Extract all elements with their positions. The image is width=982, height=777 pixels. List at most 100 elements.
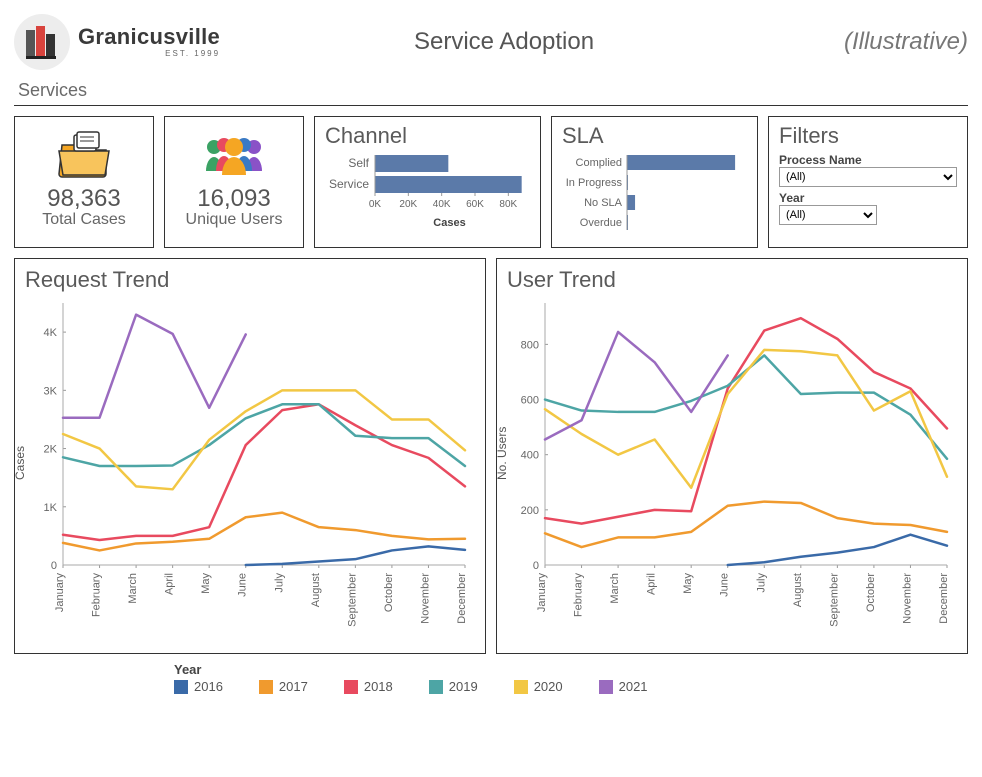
user-trend-ylabel: No. Users bbox=[495, 426, 509, 479]
svg-text:July: July bbox=[273, 573, 285, 593]
filter-year-label: Year bbox=[779, 191, 957, 205]
legend-label: 2016 bbox=[194, 679, 223, 694]
svg-text:0K: 0K bbox=[369, 199, 382, 210]
svg-text:In Progress: In Progress bbox=[566, 177, 623, 189]
legend-swatch bbox=[429, 680, 443, 694]
sla-title: SLA bbox=[562, 123, 747, 149]
request-trend-chart[interactable]: 0 1K 2K 3K 4K January February March April May Jun… bbox=[25, 293, 475, 643]
svg-text:400: 400 bbox=[521, 450, 539, 462]
filter-process-label: Process Name bbox=[779, 153, 957, 167]
legend: Year 2016 2017 2018 2019 2020 2021 bbox=[14, 662, 968, 694]
svg-text:800: 800 bbox=[521, 339, 539, 351]
legend-swatch bbox=[599, 680, 613, 694]
svg-text:0: 0 bbox=[51, 560, 57, 572]
request-trend-panel: Request Trend Cases 0 1K 2K 3K 4K January Febr… bbox=[14, 258, 486, 654]
brand-logo bbox=[14, 14, 70, 70]
svg-text:1K: 1K bbox=[44, 502, 58, 514]
legend-swatch bbox=[174, 680, 188, 694]
svg-text:Service: Service bbox=[329, 177, 369, 191]
channel-panel: Channel SelfService0K20K40K60K80K Cases bbox=[314, 116, 541, 248]
folder-icon bbox=[25, 125, 143, 185]
svg-text:Overdue: Overdue bbox=[580, 217, 622, 229]
sla-panel: SLA Complied In Progress No SLA Overdue bbox=[551, 116, 758, 248]
legend-swatch bbox=[259, 680, 273, 694]
svg-text:February: February bbox=[573, 573, 585, 618]
svg-text:600: 600 bbox=[521, 395, 539, 407]
svg-text:July: July bbox=[755, 573, 767, 593]
svg-text:2K: 2K bbox=[44, 444, 58, 456]
legend-item-2016[interactable]: 2016 bbox=[174, 679, 223, 694]
filter-process-select[interactable]: (All) bbox=[779, 167, 957, 187]
legend-label: 2020 bbox=[534, 679, 563, 694]
legend-label: 2018 bbox=[364, 679, 393, 694]
svg-text:December: December bbox=[456, 573, 468, 624]
legend-swatch bbox=[514, 680, 528, 694]
svg-text:January: January bbox=[536, 573, 548, 613]
kpi-unique-users-label: Unique Users bbox=[175, 211, 293, 229]
svg-text:April: April bbox=[646, 573, 658, 595]
legend-item-2019[interactable]: 2019 bbox=[429, 679, 478, 694]
sla-chart[interactable]: Complied In Progress No SLA Overdue bbox=[562, 151, 747, 239]
filters-panel: Filters Process Name (All) Year (All) bbox=[768, 116, 968, 248]
legend-item-2017[interactable]: 2017 bbox=[259, 679, 308, 694]
svg-text:December: December bbox=[938, 573, 950, 624]
svg-text:August: August bbox=[310, 573, 322, 607]
section-services-label: Services bbox=[18, 80, 968, 101]
filters-title: Filters bbox=[779, 123, 957, 149]
users-icon bbox=[175, 125, 293, 185]
user-trend-title: User Trend bbox=[507, 267, 957, 293]
svg-text:March: March bbox=[609, 573, 621, 604]
svg-text:November: November bbox=[901, 573, 913, 624]
svg-text:August: August bbox=[792, 573, 804, 607]
svg-text:January: January bbox=[54, 573, 66, 613]
illustrative-label: (Illustrative) bbox=[788, 28, 968, 56]
svg-text:June: June bbox=[719, 573, 731, 597]
svg-text:November: November bbox=[419, 573, 431, 624]
svg-text:3K: 3K bbox=[44, 385, 58, 397]
legend-title: Year bbox=[174, 662, 968, 677]
kpi-total-cases-label: Total Cases bbox=[25, 211, 143, 229]
channel-chart[interactable]: SelfService0K20K40K60K80K bbox=[325, 151, 530, 217]
svg-text:80K: 80K bbox=[499, 199, 517, 210]
svg-text:April: April bbox=[164, 573, 176, 595]
svg-text:October: October bbox=[383, 573, 395, 612]
brand-name: Granicusville bbox=[78, 26, 220, 48]
svg-text:September: September bbox=[828, 573, 840, 627]
svg-text:0: 0 bbox=[533, 560, 539, 572]
legend-item-2020[interactable]: 2020 bbox=[514, 679, 563, 694]
request-trend-title: Request Trend bbox=[25, 267, 475, 293]
channel-axis-title: Cases bbox=[369, 217, 530, 229]
legend-label: 2019 bbox=[449, 679, 478, 694]
legend-item-2021[interactable]: 2021 bbox=[599, 679, 648, 694]
svg-text:May: May bbox=[200, 573, 212, 594]
svg-text:40K: 40K bbox=[433, 199, 451, 210]
legend-label: 2017 bbox=[279, 679, 308, 694]
divider bbox=[14, 105, 968, 106]
svg-text:4K: 4K bbox=[44, 327, 58, 339]
filter-year-select[interactable]: (All) bbox=[779, 205, 877, 225]
svg-text:Complied: Complied bbox=[576, 157, 622, 169]
kpi-total-cases-value: 98,363 bbox=[25, 185, 143, 213]
kpi-unique-users-value: 16,093 bbox=[175, 185, 293, 213]
user-trend-chart[interactable]: 0 200 400 600 800 January February March April Ma… bbox=[507, 293, 957, 643]
svg-text:No SLA: No SLA bbox=[584, 197, 623, 209]
svg-text:February: February bbox=[91, 573, 103, 618]
request-trend-ylabel: Cases bbox=[13, 446, 27, 480]
page-title: Service Adoption bbox=[220, 28, 788, 56]
svg-text:May: May bbox=[682, 573, 694, 594]
legend-swatch bbox=[344, 680, 358, 694]
user-trend-panel: User Trend No. Users 0 200 400 600 800 Januar… bbox=[496, 258, 968, 654]
svg-text:March: March bbox=[127, 573, 139, 604]
legend-label: 2021 bbox=[619, 679, 648, 694]
svg-text:200: 200 bbox=[521, 505, 539, 517]
legend-item-2018[interactable]: 2018 bbox=[344, 679, 393, 694]
brand-subtitle: EST. 1999 bbox=[78, 50, 220, 58]
svg-text:June: June bbox=[237, 573, 249, 597]
svg-text:October: October bbox=[865, 573, 877, 612]
channel-title: Channel bbox=[325, 123, 530, 149]
svg-text:20K: 20K bbox=[399, 199, 417, 210]
kpi-total-cases: 98,363 Total Cases bbox=[14, 116, 154, 248]
kpi-unique-users: 16,093 Unique Users bbox=[164, 116, 304, 248]
svg-text:September: September bbox=[346, 573, 358, 627]
svg-text:Self: Self bbox=[348, 156, 369, 170]
